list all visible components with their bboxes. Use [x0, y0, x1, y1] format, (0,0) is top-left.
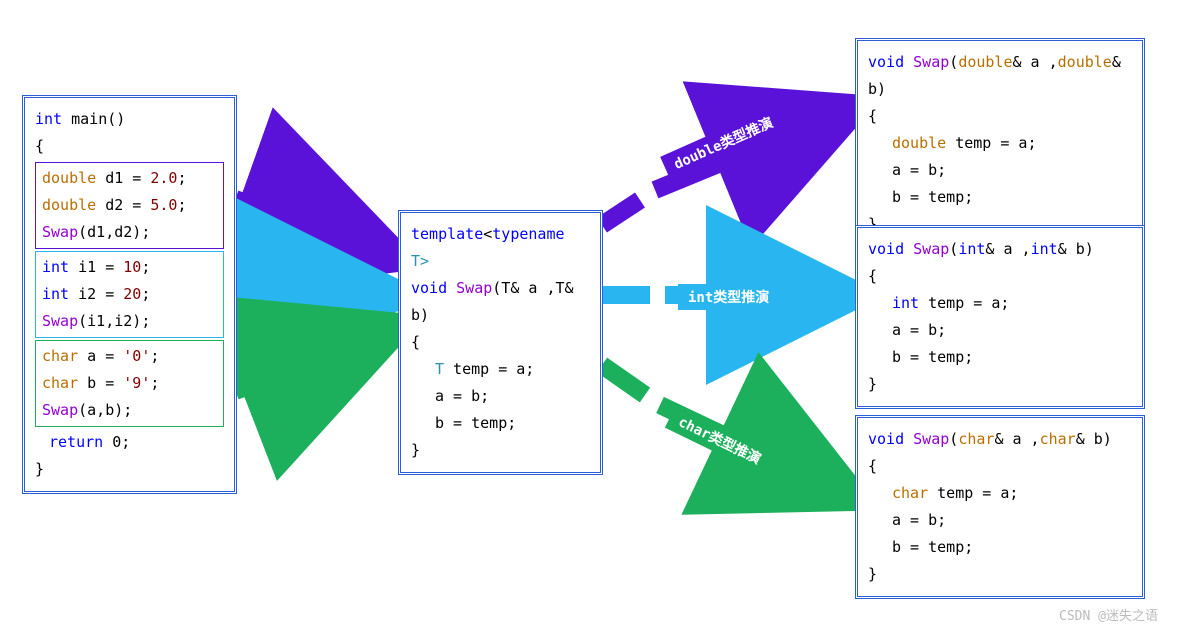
deduced-double-box: void Swap(double& a ,double& b) { double…: [855, 38, 1145, 249]
main-sig: int main(): [35, 106, 224, 133]
brace-open: {: [35, 133, 224, 160]
fn-main: main(): [71, 110, 125, 128]
block-double: double d1 = 2.0; double d2 = 5.0; Swap(d…: [35, 162, 224, 249]
label-double-deduction: double类型推演: [660, 105, 786, 180]
deduced-char-box: void Swap(char& a ,char& b) { char temp …: [855, 415, 1145, 599]
main-box: int main() { double d1 = 2.0; double d2 …: [22, 95, 237, 494]
label-char-deduction: char类型推演: [665, 404, 775, 475]
label-int-deduction: int类型推演: [678, 284, 779, 310]
template-box: template<typename T> void Swap(T& a ,T& …: [398, 210, 603, 475]
brace-close: }: [35, 456, 224, 483]
deduced-int-box: void Swap(int& a ,int& b) { int temp = a…: [855, 225, 1145, 409]
block-char: char a = '0'; char b = '9'; Swap(a,b);: [35, 340, 224, 427]
block-int: int i1 = 10; int i2 = 20; Swap(i1,i2);: [35, 251, 224, 338]
kw-int: int: [35, 110, 62, 128]
watermark: CSDN @迷失之语: [1059, 605, 1158, 624]
